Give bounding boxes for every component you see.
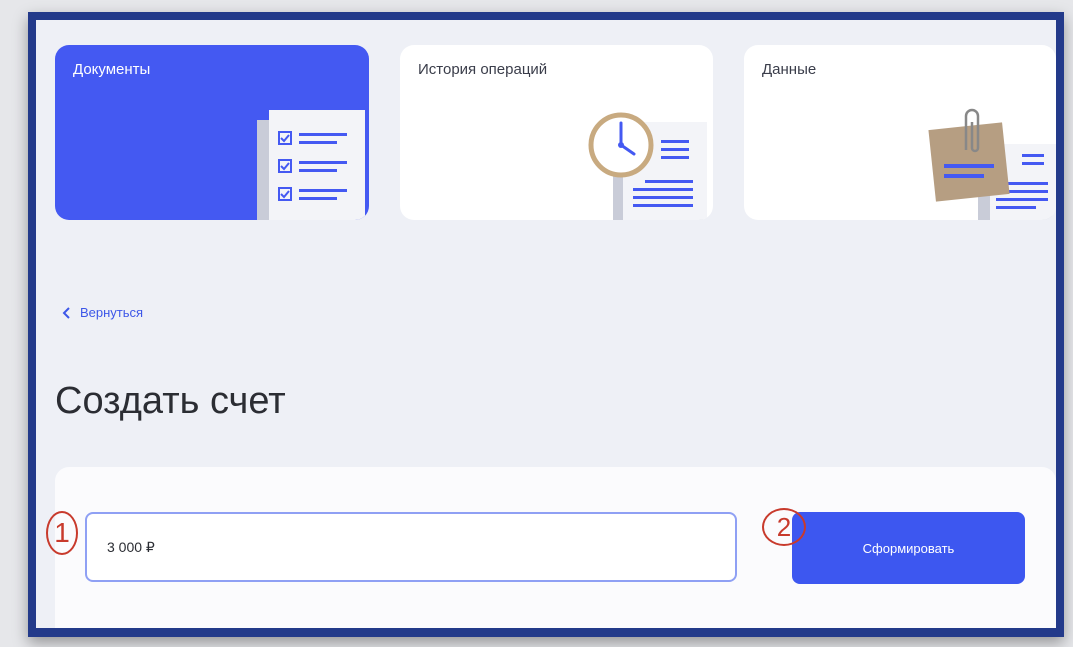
chevron-left-icon	[62, 306, 70, 319]
generate-invoice-button[interactable]: Сформировать	[792, 512, 1025, 584]
annotation-marker-1: 1	[46, 511, 78, 555]
tab-documents-label: Документы	[73, 61, 151, 78]
page-title: Создать счет	[55, 380, 286, 422]
tab-documents[interactable]: Документы	[55, 45, 369, 220]
tab-data[interactable]: Данные	[744, 45, 1056, 220]
back-link-label: Вернуться	[80, 305, 144, 320]
invoice-form-panel: Сформировать	[55, 467, 1056, 628]
tab-operations-history-label: История операций	[418, 61, 548, 78]
app-screen: Документы История операций Данные Вернут…	[36, 20, 1056, 628]
paperclip-document-icon	[928, 108, 1056, 220]
back-link[interactable]: Вернуться	[62, 305, 143, 320]
tab-data-label: Данные	[762, 61, 817, 78]
tab-operations-history[interactable]: История операций	[400, 45, 713, 220]
screenshot-frame: Документы История операций Данные Вернут…	[28, 12, 1064, 637]
amount-input[interactable]	[85, 512, 737, 582]
annotation-marker-2: 2	[762, 508, 806, 546]
clock-document-icon	[588, 112, 707, 220]
documents-checklist-icon	[257, 110, 365, 220]
